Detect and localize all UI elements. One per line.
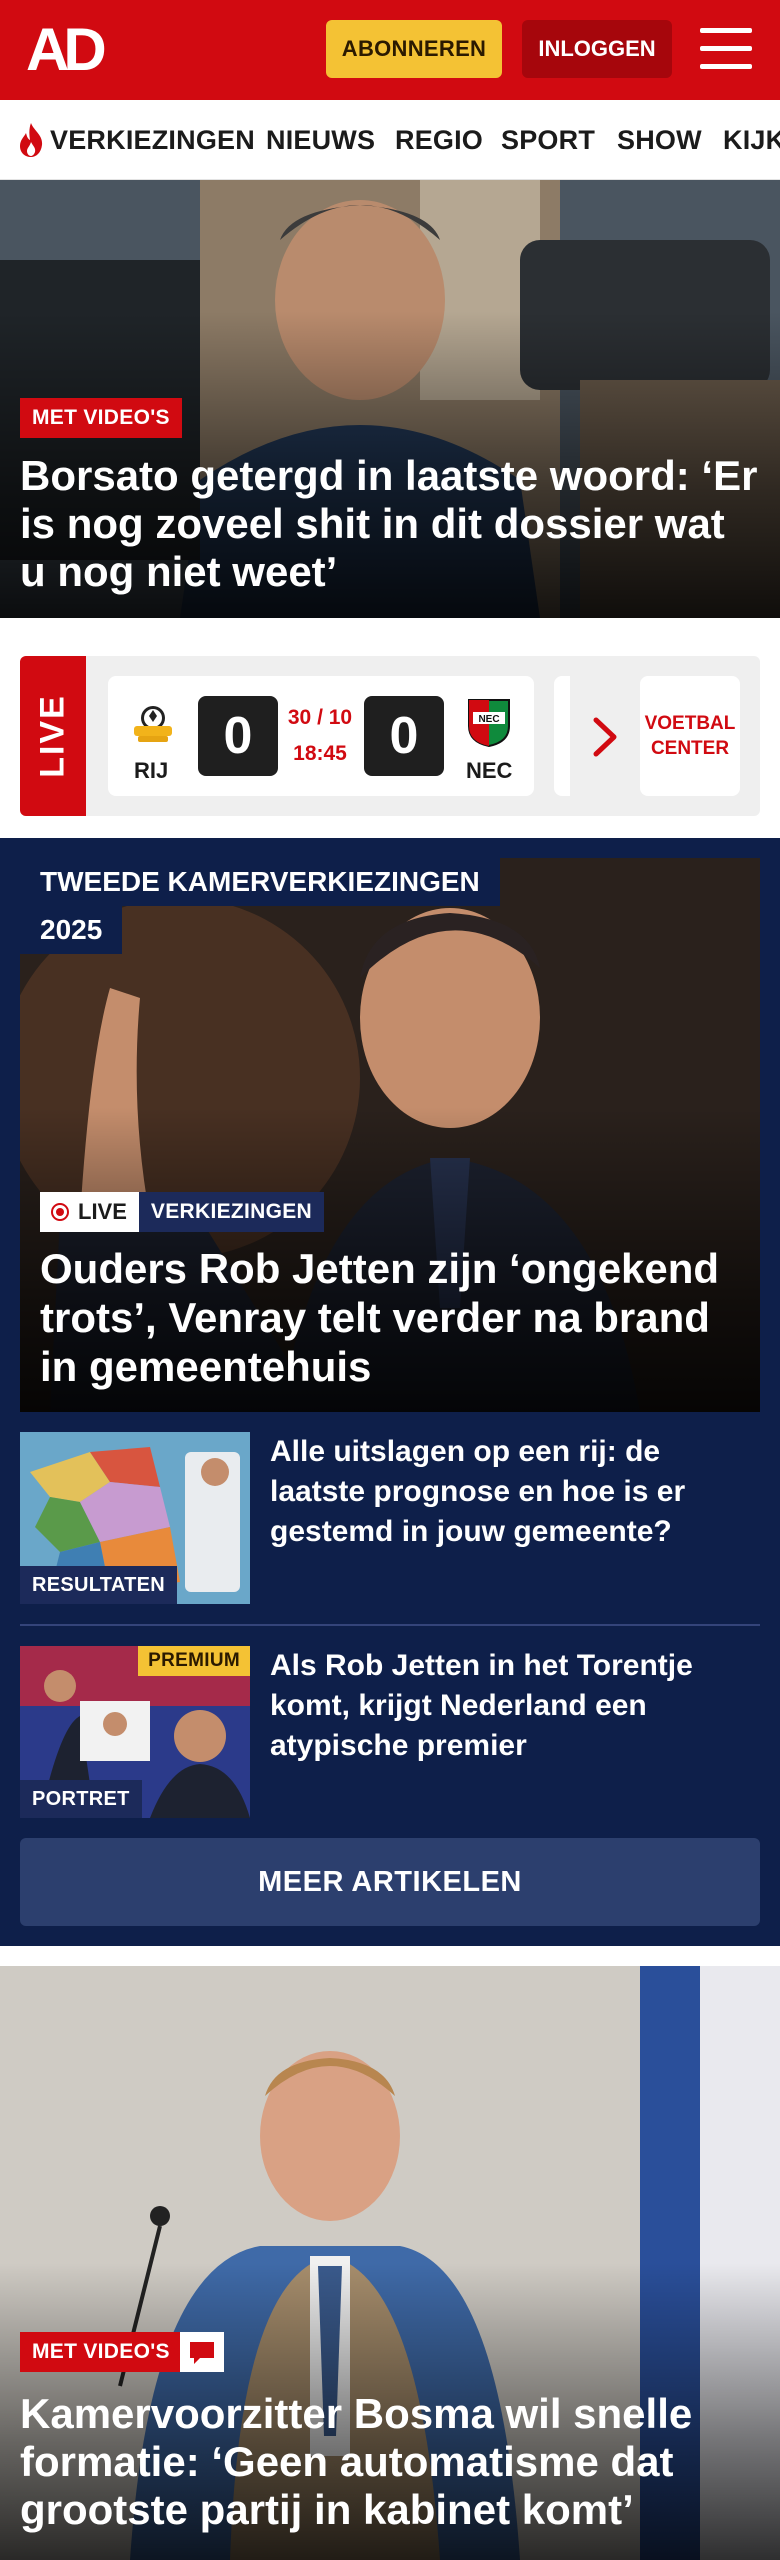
section-label-line2: 2025: [40, 914, 103, 945]
video-chat-badge: [180, 2332, 224, 2372]
article-thumb: PREMIUM PORTRET: [20, 1646, 250, 1818]
more-articles-button[interactable]: MEER ARTIKELEN: [20, 1838, 760, 1926]
nav-item-nieuws[interactable]: NIEUWS: [266, 100, 375, 179]
match-card[interactable]: RIJ 0 30 / 10 18:45 0 NEC NEC: [108, 676, 534, 796]
away-score: 0: [364, 696, 444, 776]
live-tab[interactable]: LIVE: [20, 656, 86, 816]
nav-item-sport[interactable]: SPORT: [501, 100, 595, 179]
category-badge: VERKIEZINGEN: [138, 1192, 325, 1232]
away-team-name: NEC: [466, 758, 513, 783]
article-divider: [20, 1624, 760, 1626]
match-meta: 30 / 10 18:45: [284, 700, 356, 772]
live-dot-icon: [51, 1203, 69, 1221]
subscribe-button[interactable]: ABONNEREN: [326, 20, 502, 78]
nav-item-show[interactable]: SHOW: [617, 100, 702, 179]
nav-item-kijk[interactable]: KIJK: [723, 100, 780, 179]
live-badge: LIVE: [40, 1192, 139, 1232]
chevron-right-icon[interactable]: [590, 716, 620, 758]
flame-icon: [20, 123, 43, 157]
article-title[interactable]: Alle uitslagen op een rij: de laatste pr…: [270, 1432, 760, 1552]
home-team-logo-icon: [134, 706, 172, 742]
thumb-label-portret: PORTRET: [20, 1780, 142, 1818]
live-score-widget: LIVE RIJ 0 30 / 10 18:45 0 NEC NEC VOETB…: [20, 656, 760, 816]
home-score: 0: [198, 696, 278, 776]
top-bar: AD ABONNEREN INLOGGEN: [0, 0, 780, 100]
voetbal-center-line1: VOETBAL: [644, 713, 736, 734]
live-tab-label: LIVE: [33, 694, 72, 778]
home-team-name: RIJ: [134, 758, 169, 783]
away-team-logo-icon: NEC: [468, 699, 510, 748]
voetbal-center-button[interactable]: VOETBAL CENTER: [640, 676, 740, 796]
article-title[interactable]: Als Rob Jetten in het Torentje komt, kri…: [270, 1646, 760, 1766]
section-label: TWEEDE KAMERVERKIEZINGEN: [20, 858, 500, 906]
login-button[interactable]: INLOGGEN: [522, 20, 672, 78]
live-badges: LIVE VERKIEZINGEN: [40, 1192, 325, 1232]
hero-article[interactable]: MET VIDEO'S Borsato getergd in laatste w…: [0, 180, 780, 618]
nav-item-verkiezingen[interactable]: VERKIEZINGEN: [50, 100, 255, 179]
election-lead-title[interactable]: Ouders Rob Jetten zijn ‘ongekend trots’,…: [40, 1244, 740, 1391]
article-resultaten[interactable]: RESULTATEN Alle uitslagen op een rij: de…: [20, 1432, 760, 1604]
hero-title[interactable]: Borsato getergd in laatste woord: ‘Er is…: [20, 452, 760, 596]
section-label-year: 2025: [20, 906, 123, 954]
main-nav: VERKIEZINGEN NIEUWS REGIO SPORT SHOW KIJ…: [0, 100, 780, 180]
thumb-label-resultaten: RESULTATEN: [20, 1566, 177, 1604]
hero2-title[interactable]: Kamervoorzitter Bosma wil snelle formati…: [20, 2390, 760, 2534]
video-badge: MET VIDEO'S: [20, 2332, 182, 2372]
match-date: 30 / 10: [287, 706, 353, 729]
ad-logo[interactable]: AD: [26, 20, 116, 80]
article-thumb: RESULTATEN: [20, 1432, 250, 1604]
premium-badge: PREMIUM: [138, 1646, 250, 1676]
hero2-article[interactable]: MET VIDEO'S Kamervoorzitter Bosma wil sn…: [0, 1966, 780, 2560]
article-portret[interactable]: PREMIUM PORTRET Als Rob Jetten in het To…: [20, 1646, 760, 1818]
svg-text:NEC: NEC: [478, 714, 499, 725]
speech-bubble-icon: [190, 2342, 214, 2364]
section-label-line1: TWEEDE KAMERVERKIEZINGEN: [40, 866, 480, 897]
video-badge: MET VIDEO'S: [20, 398, 182, 438]
live-score-strip: LIVE RIJ 0 30 / 10 18:45 0 NEC NEC VOETB…: [0, 618, 780, 838]
nav-item-regio[interactable]: REGIO: [395, 100, 483, 179]
next-match-card[interactable]: [554, 676, 570, 796]
menu-icon[interactable]: [700, 26, 752, 72]
voetbal-center-line2: CENTER: [650, 738, 730, 759]
match-time: 18:45: [293, 742, 347, 765]
live-badge-label: LIVE: [78, 1199, 127, 1224]
